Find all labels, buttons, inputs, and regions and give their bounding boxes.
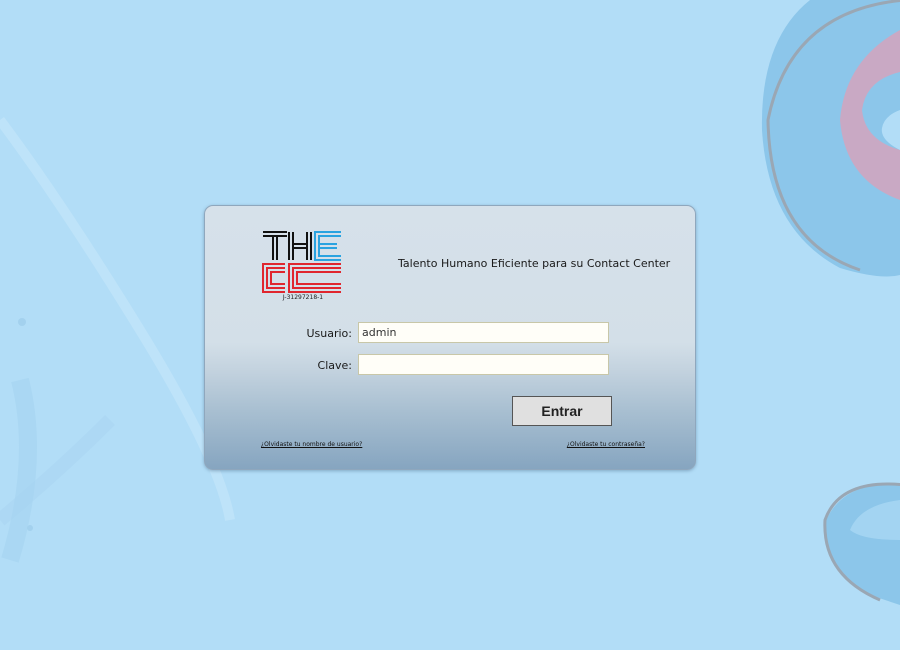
username-input[interactable]: [358, 322, 609, 343]
thecc-logo-icon: [262, 231, 341, 293]
login-panel: J-31297218-1 Talento Humano Eficiente pa…: [204, 205, 696, 470]
tagline: Talento Humano Eficiente para su Contact…: [398, 257, 671, 270]
forgot-password-link[interactable]: ¿Olvidaste tu contraseña?: [567, 441, 645, 448]
username-label: Usuario:: [306, 327, 352, 340]
password-input[interactable]: [358, 354, 609, 375]
login-button[interactable]: Entrar: [512, 396, 612, 426]
logo-rif-code: J-31297218-1: [282, 294, 324, 301]
password-label: Clave:: [317, 359, 352, 372]
forgot-username-link[interactable]: ¿Olvidaste tu nombre de usuario?: [261, 441, 362, 448]
